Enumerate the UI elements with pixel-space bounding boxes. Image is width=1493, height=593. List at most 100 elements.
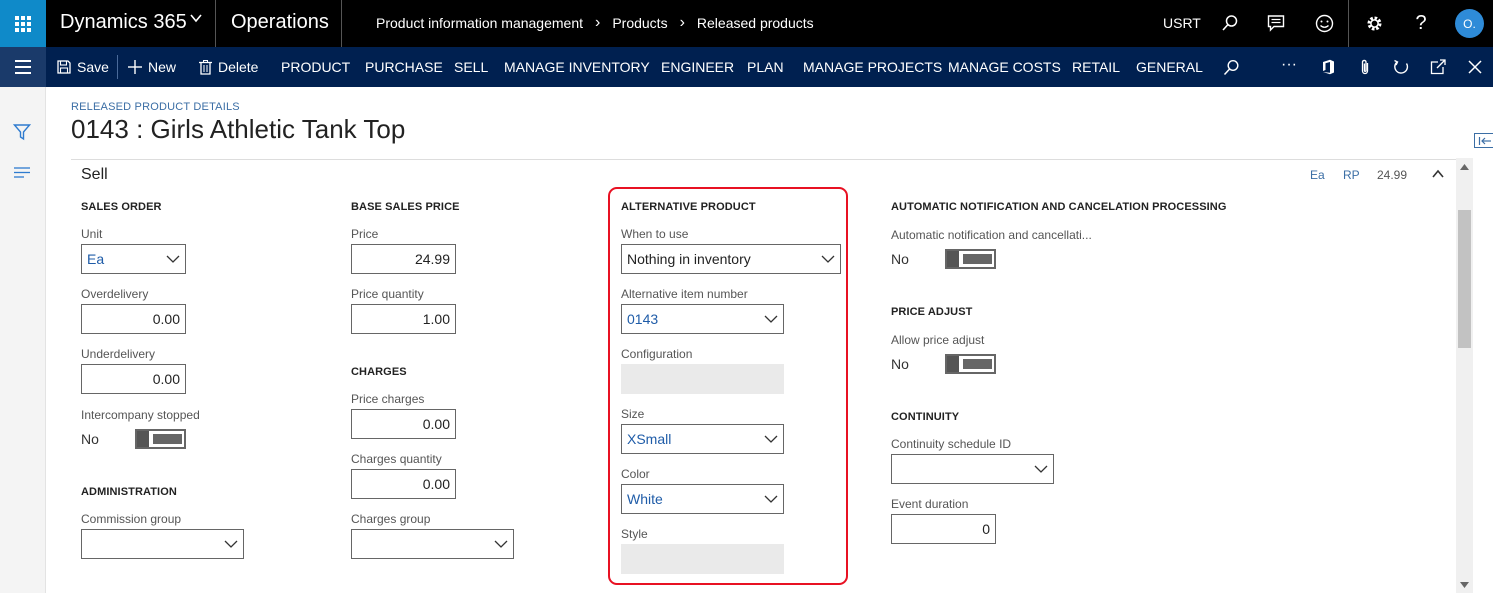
tab-product[interactable]: PRODUCT [281, 59, 350, 75]
office-icon[interactable] [1318, 57, 1338, 77]
chevron-up-icon[interactable] [1431, 168, 1445, 180]
scrollbar-thumb[interactable] [1458, 210, 1471, 348]
chevron-down-icon[interactable] [764, 494, 778, 504]
refresh-icon[interactable] [1391, 57, 1411, 77]
tab-engineer[interactable]: ENGINEER [661, 59, 734, 75]
app-name[interactable]: Operations [231, 11, 329, 34]
alternative-item-number-select[interactable]: 0143 [621, 304, 784, 334]
administration-heading: ADMINISTRATION [81, 486, 177, 498]
continuity-schedule-select[interactable] [891, 454, 1054, 484]
fasttab-summary-unit[interactable]: Ea [1310, 168, 1325, 182]
message-icon[interactable] [1265, 12, 1287, 34]
plus-icon [128, 60, 142, 74]
top-navigation-bar: Dynamics 365 Operations Product informat… [0, 0, 1493, 47]
unit-select[interactable]: Ea [81, 244, 186, 274]
alternative-product-heading: ALTERNATIVE PRODUCT [621, 201, 756, 213]
chevron-down-icon[interactable] [494, 539, 508, 549]
related-info-pane-toggle[interactable] [1474, 133, 1493, 148]
price-input[interactable]: 24.99 [351, 244, 456, 274]
new-button[interactable]: New [128, 59, 176, 75]
charges-quantity-input[interactable]: 0.00 [351, 469, 456, 499]
unit-value: Ea [87, 251, 105, 267]
filter-icon[interactable] [13, 123, 31, 141]
automatic-notification-toggle[interactable] [945, 249, 996, 269]
fasttab-title[interactable]: Sell [81, 166, 108, 184]
navigation-menu-button[interactable] [0, 47, 46, 87]
color-select[interactable]: White [621, 484, 784, 514]
chevron-down-icon[interactable] [1034, 464, 1048, 474]
price-quantity-input[interactable]: 1.00 [351, 304, 456, 334]
underdelivery-input[interactable]: 0.00 [81, 364, 186, 394]
chevron-right-icon: › [679, 14, 685, 31]
overdelivery-input[interactable]: 0.00 [81, 304, 186, 334]
scroll-up-arrow-icon[interactable] [1460, 164, 1469, 170]
price-charges-input[interactable]: 0.00 [351, 409, 456, 439]
search-icon[interactable] [1219, 12, 1241, 34]
save-label: Save [77, 59, 109, 75]
automatic-notification-value: No [891, 251, 909, 267]
divider [215, 0, 216, 47]
automatic-notification-heading: AUTOMATIC NOTIFICATION AND CANCELATION P… [891, 201, 1227, 213]
allow-price-adjust-value: No [891, 356, 909, 372]
sales-order-heading: SALES ORDER [81, 201, 162, 213]
color-value: White [627, 491, 663, 507]
chevron-down-icon[interactable] [821, 254, 835, 264]
breadcrumb-item[interactable]: Released products [697, 15, 814, 31]
price-quantity-label: Price quantity [351, 287, 424, 301]
when-to-use-label: When to use [621, 227, 689, 241]
avatar[interactable]: O. [1455, 9, 1484, 38]
continuity-schedule-label: Continuity schedule ID [891, 437, 1012, 451]
tab-purchase[interactable]: PURCHASE [365, 59, 443, 75]
product-brand[interactable]: Dynamics 365 [60, 11, 187, 34]
gear-icon[interactable] [1363, 12, 1385, 34]
intercompany-stopped-value: No [81, 431, 99, 447]
tab-plan[interactable]: PLAN [747, 59, 784, 75]
continuity-heading: CONTINUITY [891, 411, 960, 423]
tab-general[interactable]: GENERAL [1136, 59, 1203, 75]
configuration-field [621, 364, 784, 394]
page-title: 0143 : Girls Athletic Tank Top [71, 114, 406, 144]
alternative-item-number-label: Alternative item number [621, 287, 748, 301]
app-launcher-button[interactable] [0, 0, 46, 47]
divider [341, 0, 342, 47]
charges-quantity-label: Charges quantity [351, 452, 442, 466]
size-select[interactable]: XSmall [621, 424, 784, 454]
intercompany-stopped-toggle[interactable] [135, 429, 186, 449]
allow-price-adjust-toggle[interactable] [945, 354, 996, 374]
help-icon[interactable]: ? [1410, 12, 1432, 34]
tab-retail[interactable]: RETAIL [1072, 59, 1120, 75]
delete-button[interactable]: Delete [199, 59, 258, 75]
price-charges-label: Price charges [351, 392, 425, 406]
waffle-icon [15, 15, 31, 32]
breadcrumb-item[interactable]: Product information management [376, 15, 583, 31]
charges-group-select[interactable] [351, 529, 514, 559]
tab-manage-costs[interactable]: MANAGE COSTS [948, 59, 1061, 75]
tab-sell[interactable]: SELL [454, 59, 488, 75]
commission-group-select[interactable] [81, 529, 244, 559]
open-in-new-window-icon[interactable] [1428, 57, 1448, 77]
price-adjust-heading: PRICE ADJUST [891, 306, 973, 318]
when-to-use-select[interactable]: Nothing in inventory [621, 244, 841, 274]
breadcrumb-item[interactable]: Products [612, 15, 667, 31]
scroll-down-arrow-icon[interactable] [1460, 582, 1469, 588]
smiley-icon[interactable] [1313, 12, 1335, 34]
search-icon[interactable] [1221, 57, 1241, 77]
company-picker[interactable]: USRT [1163, 15, 1201, 31]
chevron-down-icon[interactable] [764, 314, 778, 324]
event-duration-input[interactable]: 0 [891, 514, 996, 544]
fasttab-summary-group[interactable]: RP [1343, 168, 1360, 182]
save-button[interactable]: Save [57, 59, 109, 75]
list-icon[interactable] [13, 164, 31, 182]
tab-manage-projects[interactable]: MANAGE PROJECTS [803, 59, 942, 75]
chevron-down-icon[interactable] [764, 434, 778, 444]
more-options-button[interactable]: ··· [1281, 56, 1297, 74]
chevron-down-icon[interactable] [190, 12, 202, 24]
chevron-down-icon[interactable] [224, 539, 238, 549]
tab-manage-inventory[interactable]: MANAGE INVENTORY [504, 59, 650, 75]
divider [71, 159, 1456, 160]
close-icon[interactable] [1465, 57, 1485, 77]
vertical-scrollbar[interactable] [1456, 158, 1473, 593]
fasttab-summary-price: 24.99 [1377, 168, 1408, 182]
chevron-down-icon[interactable] [166, 254, 180, 264]
attachment-icon[interactable] [1355, 57, 1375, 77]
